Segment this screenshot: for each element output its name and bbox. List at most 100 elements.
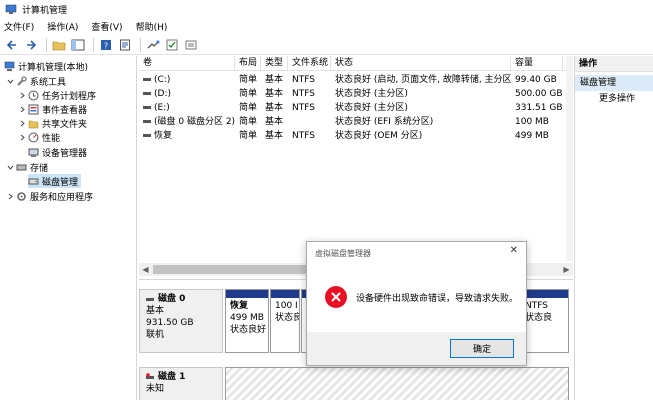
volume-list-vscroll[interactable] [566,56,573,261]
event-viewer-icon [28,104,39,114]
tree-item-task-scheduler[interactable]: 任务计划程序 [28,88,96,102]
disk-icon [146,297,154,301]
partition-recovery[interactable]: 恢复 499 MB 状态良好 [225,289,269,353]
disk-1-info[interactable]: 磁盘 1 未知 [139,367,223,400]
dialog-title: 虚拟磁盘管理器 [315,249,371,258]
disk-0-info[interactable]: 磁盘 0 基本 931.50 GB 联机 [139,289,223,353]
actions-more[interactable]: 更多操作 [575,91,653,107]
volume-icon [143,92,151,95]
chevron-right-icon[interactable] [6,191,14,201]
volume-list-header: 卷 布局 类型 文件系统 状态 容量 可 [139,56,573,71]
tree-item-shared-folders[interactable]: 共享文件夹 [28,116,87,130]
partition-status: 状态良 [275,313,299,323]
partition-status: 状态良好 [230,325,267,335]
menu-file[interactable]: 文件(F) [4,20,34,33]
volume-icon [143,106,151,109]
toolbar-separator [46,37,47,52]
help-icon[interactable]: ? [98,37,114,53]
console-tree-icon[interactable] [70,37,86,53]
disk-1-name: 磁盘 1 [158,372,186,382]
shared-folder-icon [28,120,39,128]
disk-management-icon [28,178,39,184]
error-icon [325,286,347,308]
check-icon[interactable] [164,37,180,53]
column-header-layout[interactable]: 布局 [235,56,261,71]
menu-action[interactable]: 操作(A) [47,20,78,33]
performance-icon [28,132,39,142]
dialog-message: 设备硬件出现致命错误，导致请求失败。 [356,294,519,304]
chevron-right-icon[interactable] [18,90,26,100]
tree-item-storage[interactable]: 存储 [16,160,48,174]
disk-0-size: 931.50 GB [146,318,194,328]
table-row[interactable]: (E:) 简单 基本 NTFS 状态良好 (主分区) 331.51 GB 2 [139,101,573,115]
close-icon[interactable]: ✕ [510,245,518,256]
column-header-status[interactable]: 状态 [331,56,511,71]
connect-icon[interactable] [145,37,161,53]
tree-root[interactable]: 计算机管理(本地) [4,59,88,73]
computer-management-icon [5,4,17,14]
toolbar: ? [0,35,653,55]
table-row[interactable]: (D:) 简单 基本 NTFS 状态良好 (主分区) 500.00 GB 2 [139,87,573,101]
disk-0-name: 磁盘 0 [158,294,186,304]
console-tree: 计算机管理(本地) 系统工具 任务计划程序 事件查看器 共享文件夹 性能 设备管… [0,56,137,400]
disk-1-unallocated[interactable] [225,367,569,400]
ok-button[interactable]: 确定 [450,339,514,358]
actions-pane: 操作 磁盘管理 更多操作 [574,56,653,400]
column-header-filesystem[interactable]: 文件系统 [288,56,331,71]
volume-icon [143,78,151,81]
table-row[interactable]: (磁盘 0 磁盘分区 2) 简单 基本 状态良好 (EFI 系统分区) 100 … [139,115,573,129]
partition-efi[interactable]: 100 I 状态良 [270,289,300,353]
disk-0-state: 联机 [146,330,165,340]
title-bar: 计算机管理 [0,0,653,18]
disk-1-type: 未知 [146,384,165,394]
menu-view[interactable]: 查看(V) [91,20,122,33]
svg-text:?: ? [104,41,108,50]
partition-size: 499 MB [230,313,264,323]
chevron-down-icon[interactable] [6,76,14,86]
tree-item-event-viewer[interactable]: 事件查看器 [28,102,87,116]
folder-up-icon[interactable] [51,37,67,53]
toolbar-separator [140,37,141,52]
table-row[interactable]: 恢复 简单 基本 NTFS 状态良好 (OEM 分区) 499 MB 1 [139,129,573,143]
menu-help[interactable]: 帮助(H) [136,20,168,33]
column-header-volume[interactable]: 卷 [139,56,235,71]
disk-unknown-icon [146,373,155,381]
window-title: 计算机管理 [22,5,68,16]
tools-icon [17,75,27,86]
menu-bar: 文件(F) 操作(A) 查看(V) 帮助(H) [0,18,653,35]
forward-arrow-icon[interactable] [23,37,39,53]
toolbar-separator [93,37,94,52]
tree-item-system-tools[interactable]: 系统工具 [16,74,66,88]
computer-management-icon [4,61,15,71]
table-row[interactable]: (C:) 简单 基本 NTFS 状态良好 (启动, 页面文件, 故障转储, 主分… [139,73,573,87]
chevron-right-icon[interactable] [18,118,26,128]
dialog-footer: 确定 [307,332,526,365]
scroll-right-icon[interactable]: ▶ [561,264,572,275]
tree-item-disk-management[interactable]: 磁盘管理 [28,174,82,188]
partition-name: 恢复 [230,301,249,311]
column-header-capacity[interactable]: 容量 [511,56,563,71]
chevron-right-icon[interactable] [18,104,26,114]
volume-icon [143,120,151,123]
chevron-down-icon[interactable] [6,162,14,172]
back-arrow-icon[interactable] [4,37,20,53]
error-dialog: 虚拟磁盘管理器 ✕ 设备硬件出现致命错误，导致请求失败。 确定 [306,241,527,366]
device-manager-icon [28,148,39,157]
properties-icon[interactable] [117,37,133,53]
clock-icon [28,90,39,100]
chevron-right-icon[interactable] [18,132,26,142]
tree-item-performance[interactable]: 性能 [28,130,60,144]
actions-disk-management[interactable]: 磁盘管理 [575,75,653,91]
partition-size: 100 I [275,301,298,311]
tree-item-device-manager[interactable]: 设备管理器 [28,145,87,159]
tree-item-services-apps[interactable]: 服务和应用程序 [16,189,93,203]
actions-header: 操作 [575,56,653,72]
volume-icon [143,134,151,137]
view-icon[interactable] [183,37,199,53]
disk-0-type: 基本 [146,306,165,316]
column-header-type[interactable]: 类型 [261,56,288,71]
services-icon [17,191,26,201]
partition-fs: NTFS [525,301,548,311]
scroll-left-icon[interactable]: ◀ [140,264,151,275]
storage-icon [16,164,27,170]
